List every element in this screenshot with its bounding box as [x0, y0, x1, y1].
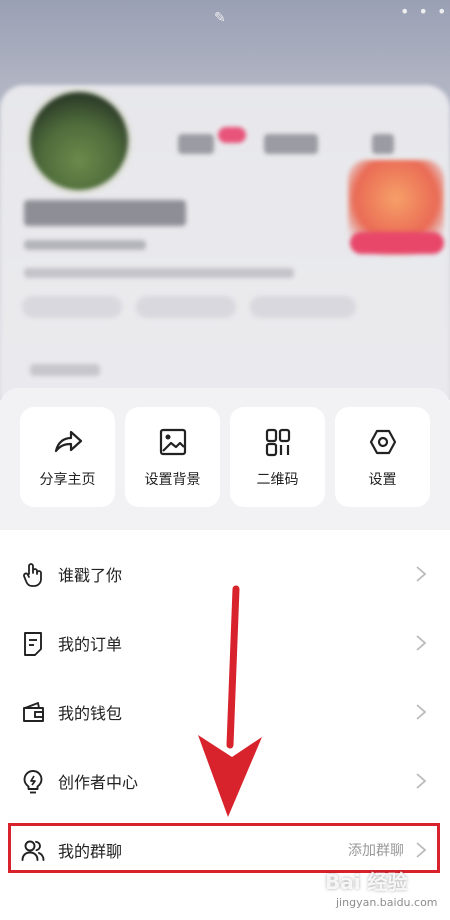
tag-pill: [22, 296, 122, 318]
qrcode-button[interactable]: 二维码: [230, 407, 325, 507]
menu-item-label: 我的订单: [58, 635, 123, 654]
tag-pill: [136, 296, 236, 318]
quick-actions: 分享主页 设置背景 二维码 设置: [0, 388, 450, 528]
watermark-logo: Bai 经验: [325, 870, 408, 894]
chevron-right-icon: [416, 566, 427, 582]
sticker-button[interactable]: [350, 232, 444, 254]
set-background-button[interactable]: 设置背景: [125, 407, 220, 507]
finger-tap-icon: [23, 563, 42, 587]
share-homepage-button[interactable]: 分享主页: [20, 407, 115, 507]
quick-action-label: 分享主页: [39, 472, 96, 488]
annotation-arrow: [198, 585, 262, 817]
wallet-icon: [23, 702, 44, 722]
new-badge: [218, 127, 246, 143]
tag-pill: [250, 296, 356, 318]
quick-action-label: 二维码: [256, 472, 299, 488]
image-icon: [159, 428, 186, 456]
menu-item-label: 创作者中心: [58, 773, 139, 792]
settings-button[interactable]: 设置: [335, 407, 430, 507]
more-dots-icon[interactable]: • • •: [400, 2, 448, 21]
avatar[interactable]: [26, 88, 132, 194]
watermark-url: jingyan.baidu.com: [336, 896, 438, 909]
qrcode-icon: [265, 428, 290, 457]
quick-action-label: 设置: [368, 472, 397, 488]
chevron-right-icon: [416, 635, 427, 651]
menu-item-label: 谁戳了你: [58, 566, 123, 585]
lightbulb-icon: [23, 770, 43, 794]
menu-item-label: 我的钱包: [58, 704, 123, 723]
user-id-blurred: [24, 240, 146, 250]
settings-icon: [369, 429, 396, 455]
chevron-right-icon: [416, 704, 427, 720]
share-icon: [54, 430, 82, 453]
profile-background: ✎ • • •: [0, 0, 450, 400]
edit-cover-icon[interactable]: ✎: [214, 10, 226, 26]
quick-action-label: 设置背景: [144, 472, 201, 488]
chevron-right-icon: [416, 773, 427, 789]
section-tab-blurred: [30, 364, 100, 376]
order-icon: [24, 632, 42, 656]
username-blurred: [24, 200, 186, 226]
bio-blurred: [24, 268, 294, 278]
